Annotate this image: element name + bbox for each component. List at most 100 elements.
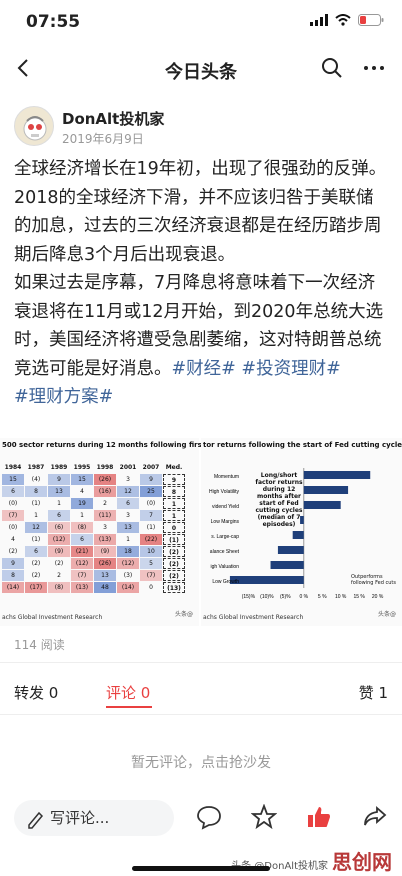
signal-icon xyxy=(310,14,328,26)
chart-bar xyxy=(303,471,371,479)
table-cell: 6 xyxy=(117,498,139,509)
table-cell: 1 xyxy=(126,536,130,543)
tab-underline xyxy=(106,706,152,708)
chart-bar xyxy=(292,531,304,539)
sector-returns-table-image[interactable]: 500 sector returns during 12 months foll… xyxy=(0,438,222,626)
chart-bar xyxy=(303,486,349,494)
table-cell: (11) xyxy=(94,510,116,521)
table-cell: (17) xyxy=(25,582,47,593)
table-cell: 13 xyxy=(117,522,139,533)
share-icon[interactable] xyxy=(362,804,388,830)
star-icon[interactable] xyxy=(251,804,277,830)
table-cell: (2) xyxy=(31,560,41,567)
table-cell: 1 xyxy=(57,500,61,507)
year-header: 1989 xyxy=(50,464,68,471)
table-cell: 12 xyxy=(117,486,139,497)
tab-like[interactable]: 赞 1 xyxy=(359,682,388,703)
table-cell: 9 xyxy=(140,474,162,485)
tick-label: 10 % xyxy=(335,594,347,600)
table-cell: 6 xyxy=(48,510,70,521)
table-cell: (21) xyxy=(71,546,93,557)
table-cell: (1) xyxy=(31,536,41,543)
site-logo: 思创网 xyxy=(332,850,392,874)
table-cell: (14) xyxy=(2,582,24,593)
status-bar: 07:55 xyxy=(0,0,402,44)
more-icon[interactable] xyxy=(362,56,386,80)
table-cell: (12) xyxy=(71,558,93,569)
table-cell: (7) xyxy=(140,570,162,581)
comment-placeholder: 写评论... xyxy=(50,809,110,827)
table-cell: 3 xyxy=(126,512,130,519)
article-paragraph-2: 如果过去是序幕，7月降息将意味着下一次经济衰退将在11月或12月开始，到2020… xyxy=(14,269,389,412)
table-cell: (2) xyxy=(163,570,185,581)
tick-label: (15)% xyxy=(242,594,256,600)
search-icon[interactable] xyxy=(320,56,344,80)
table-cell: 8 xyxy=(163,486,185,497)
tag-link[interactable]: #理财方案# xyxy=(14,387,113,407)
author-header[interactable]: DonAlt投机家 2019年6月9日 xyxy=(14,106,394,150)
category-label: s. Large-cap xyxy=(211,534,239,540)
comment-icon[interactable] xyxy=(196,804,222,830)
table-cell: 7 xyxy=(140,510,162,521)
year-header: 1987 xyxy=(27,464,45,471)
tick-label: 20 % xyxy=(372,594,384,600)
wifi-icon xyxy=(335,14,351,26)
figure-source: achs Global Investment Research xyxy=(203,614,304,621)
tick-label: (10)% xyxy=(260,594,274,600)
chart-note: Outperforms following Fed cuts xyxy=(351,574,396,586)
table-cell: 4 xyxy=(11,536,15,543)
figure-source: achs Global Investment Research xyxy=(2,614,103,621)
table-cell: 13 xyxy=(48,486,70,497)
figure-watermark: 头条@ xyxy=(377,611,396,618)
chart-bar xyxy=(277,546,304,554)
year-header: 2007 xyxy=(142,464,160,471)
chart-bar xyxy=(303,501,341,509)
chart-bar xyxy=(229,576,304,584)
divider xyxy=(0,662,402,663)
article-images[interactable]: 500 sector returns during 12 months foll… xyxy=(0,438,402,626)
tick-label: 5 % xyxy=(318,594,327,600)
tab-comment[interactable]: 评论 0 xyxy=(106,682,150,703)
table-row: 4 (1) (12) 6 (13) 1 (22) (1) xyxy=(2,534,198,545)
table-cell: (1) xyxy=(163,534,185,545)
interaction-tabs: 转发 0 评论 0 赞 1 xyxy=(0,670,402,714)
returns-table: 1984 1987 1989 1995 1998 2001 2007 Med. 15 (4) 9 1… xyxy=(2,462,198,594)
table-row: (2) 6 (9) (21) (9) 18 10 (2) xyxy=(2,546,198,557)
year-header: 1995 xyxy=(73,464,91,471)
table-cell: 12 xyxy=(25,522,47,533)
table-cell: (4) xyxy=(31,476,41,483)
table-row: (7) 1 6 1 (11) 3 7 1 xyxy=(2,510,198,521)
figure-watermark: 头条@ xyxy=(174,611,193,618)
tab-forward[interactable]: 转发 0 xyxy=(14,682,58,703)
category-label: Low Growth xyxy=(212,579,239,585)
article-paragraph: 全球经济增长在19年初，出现了很强劲的反弹。2018的全球经济下滑，并不应该归咎… xyxy=(14,159,387,265)
factor-returns-chart-image[interactable]: tor returns following the start of Fed c… xyxy=(201,438,402,626)
read-count: 114 阅读 xyxy=(14,638,65,652)
table-cell: (8) xyxy=(71,522,93,533)
empty-comments[interactable]: 暂无评论，点击抢沙发 xyxy=(0,752,402,772)
comment-input[interactable]: 写评论... xyxy=(14,800,174,836)
status-time: 07:55 xyxy=(26,12,81,32)
table-cell: (1) xyxy=(146,524,156,531)
chart-legend: Long/short factor returns during 12 mont… xyxy=(255,472,303,528)
pen-icon xyxy=(28,811,44,829)
bottom-bar: 写评论... xyxy=(0,796,402,840)
article-body: 全球经济增长在19年初，出现了很强劲的反弹。2018的全球经济下滑，并不应该归咎… xyxy=(14,155,389,412)
table-cell: 6 xyxy=(25,546,47,557)
year-header: Med. xyxy=(165,464,183,471)
table-cell: (13) xyxy=(71,582,93,593)
author-name[interactable]: DonAlt投机家 xyxy=(62,108,164,129)
like-icon[interactable] xyxy=(306,804,332,830)
avatar[interactable] xyxy=(14,106,54,146)
divider xyxy=(0,714,402,715)
table-cell: (13) xyxy=(163,582,185,593)
table-cell: 15 xyxy=(71,474,93,485)
tag-link[interactable]: #投资理财# xyxy=(241,359,340,379)
table-cell: 2 xyxy=(103,500,107,507)
avatar-image xyxy=(23,116,47,141)
table-cell: 4 xyxy=(80,488,84,495)
tag-link[interactable]: #财经# xyxy=(172,359,236,379)
table-cell: (9) xyxy=(48,546,70,557)
table-row: 8 (2) 2 (7) 13 (3) (7) (2) xyxy=(2,570,198,581)
table-cell: (8) xyxy=(48,582,70,593)
